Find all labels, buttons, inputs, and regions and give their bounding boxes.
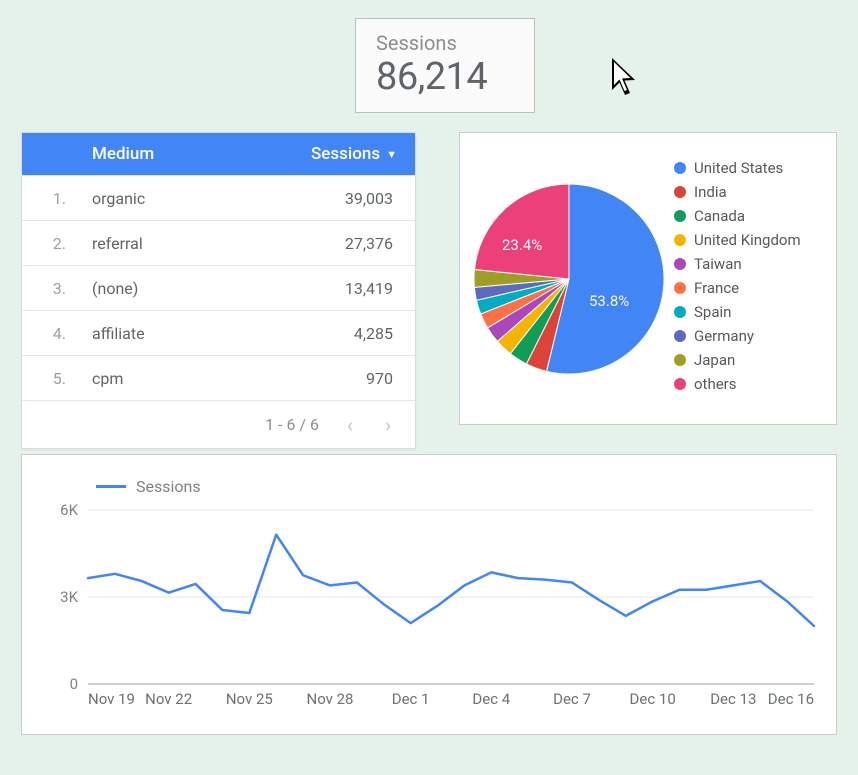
- row-medium: (none): [72, 279, 315, 298]
- cursor-icon: [606, 54, 646, 104]
- legend-label: United States: [694, 159, 783, 177]
- row-index: 4.: [22, 324, 72, 343]
- legend-item[interactable]: Japan: [674, 351, 824, 369]
- legend-item[interactable]: France: [674, 279, 824, 297]
- legend-item[interactable]: others: [674, 375, 824, 393]
- legend-label: France: [694, 279, 739, 297]
- table-row[interactable]: 2.referral27,376: [22, 220, 415, 265]
- legend-item[interactable]: Germany: [674, 327, 824, 345]
- svg-text:Dec 1: Dec 1: [392, 690, 430, 708]
- sessions-line-chart[interactable]: Sessions 0 3K 6K Nov 19 Nov 22 Nov 25 Nov 28 De…: [21, 454, 837, 735]
- legend-swatch: [674, 210, 686, 222]
- column-header-medium[interactable]: Medium: [72, 144, 311, 164]
- row-sessions: 39,003: [315, 189, 415, 208]
- scorecard-label: Sessions: [376, 31, 514, 55]
- legend-item[interactable]: Taiwan: [674, 255, 824, 273]
- svg-text:3K: 3K: [60, 588, 78, 606]
- row-index: 5.: [22, 369, 72, 388]
- legend-item[interactable]: Spain: [674, 303, 824, 321]
- pie-legend: United States India Canada United Kingdom Ta…: [674, 159, 824, 399]
- svg-text:Nov 28: Nov 28: [307, 690, 354, 708]
- scorecard-value: 86,214: [376, 55, 514, 99]
- legend-item[interactable]: Canada: [674, 207, 824, 225]
- row-index: 3.: [22, 279, 72, 298]
- row-sessions: 970: [315, 369, 415, 388]
- legend-label: Spain: [694, 303, 731, 321]
- sessions-scorecard[interactable]: Sessions 86,214: [355, 18, 535, 113]
- row-medium: cpm: [72, 369, 315, 388]
- row-sessions: 27,376: [315, 234, 415, 253]
- line-legend-label: Sessions: [136, 477, 201, 496]
- legend-swatch: [674, 378, 686, 390]
- legend-item[interactable]: United Kingdom: [674, 231, 824, 249]
- legend-swatch: [674, 162, 686, 174]
- legend-swatch: [674, 330, 686, 342]
- legend-label: Germany: [694, 327, 754, 345]
- row-index: 1.: [22, 189, 72, 208]
- pager-range-label: 1 - 6 / 6: [265, 415, 319, 434]
- medium-sessions-table[interactable]: Medium Sessions ▼ 1.organic39,0032.refer…: [21, 132, 416, 449]
- sort-descending-icon: ▼: [386, 148, 397, 161]
- table-pagination: 1 - 6 / 6 ‹ ›: [22, 400, 415, 448]
- legend-swatch: [674, 306, 686, 318]
- legend-label: Taiwan: [694, 255, 742, 273]
- legend-swatch: [674, 186, 686, 198]
- svg-text:Nov 22: Nov 22: [145, 690, 192, 708]
- table-header-row: Medium Sessions ▼: [22, 133, 415, 175]
- svg-text:0: 0: [70, 675, 78, 693]
- country-pie-chart[interactable]: 53.8%23.4% United StatesIndiaCanadaUnite…: [459, 132, 837, 425]
- row-index: 2.: [22, 234, 72, 253]
- svg-text:Nov 25: Nov 25: [226, 690, 273, 708]
- legend-label: others: [694, 375, 737, 393]
- table-row[interactable]: 3.(none)13,419: [22, 265, 415, 310]
- pager-next-button[interactable]: ›: [381, 413, 395, 437]
- legend-swatch: [674, 354, 686, 366]
- svg-text:Nov 19: Nov 19: [88, 690, 135, 708]
- table-row[interactable]: 5.cpm970: [22, 355, 415, 400]
- legend-item[interactable]: United States: [674, 159, 824, 177]
- legend-label: India: [694, 183, 727, 201]
- svg-text:Dec 4: Dec 4: [472, 690, 510, 708]
- pie-slice-label: 53.8%: [589, 292, 629, 310]
- pie-chart-canvas: 53.8% 23.4%: [464, 174, 674, 384]
- legend-label: Canada: [694, 207, 745, 225]
- legend-label: United Kingdom: [694, 231, 801, 249]
- svg-text:Dec 16: Dec 16: [768, 690, 814, 708]
- table-row[interactable]: 4.affiliate4,285: [22, 310, 415, 355]
- row-sessions: 4,285: [315, 324, 415, 343]
- legend-swatch: [674, 282, 686, 294]
- svg-text:6K: 6K: [60, 502, 78, 519]
- legend-swatch: [674, 258, 686, 270]
- row-medium: referral: [72, 234, 315, 253]
- pager-prev-button[interactable]: ‹: [343, 413, 357, 437]
- legend-item[interactable]: India: [674, 183, 824, 201]
- column-header-sessions[interactable]: Sessions ▼: [311, 144, 415, 164]
- legend-swatch: [674, 234, 686, 246]
- row-medium: organic: [72, 189, 315, 208]
- svg-text:Dec 10: Dec 10: [630, 690, 676, 708]
- svg-text:Dec 7: Dec 7: [553, 690, 591, 708]
- table-row[interactable]: 1.organic39,003: [22, 175, 415, 220]
- line-legend-swatch: [96, 485, 126, 488]
- svg-text:Dec 13: Dec 13: [710, 690, 756, 708]
- row-sessions: 13,419: [315, 279, 415, 298]
- line-chart-canvas: 0 3K 6K Nov 19 Nov 22 Nov 25 Nov 28 Dec 1 Dec 4 D…: [42, 502, 818, 712]
- row-medium: affiliate: [72, 324, 315, 343]
- legend-label: Japan: [694, 351, 735, 369]
- pie-slice-label: 23.4%: [502, 236, 542, 254]
- line-legend: Sessions: [96, 477, 816, 496]
